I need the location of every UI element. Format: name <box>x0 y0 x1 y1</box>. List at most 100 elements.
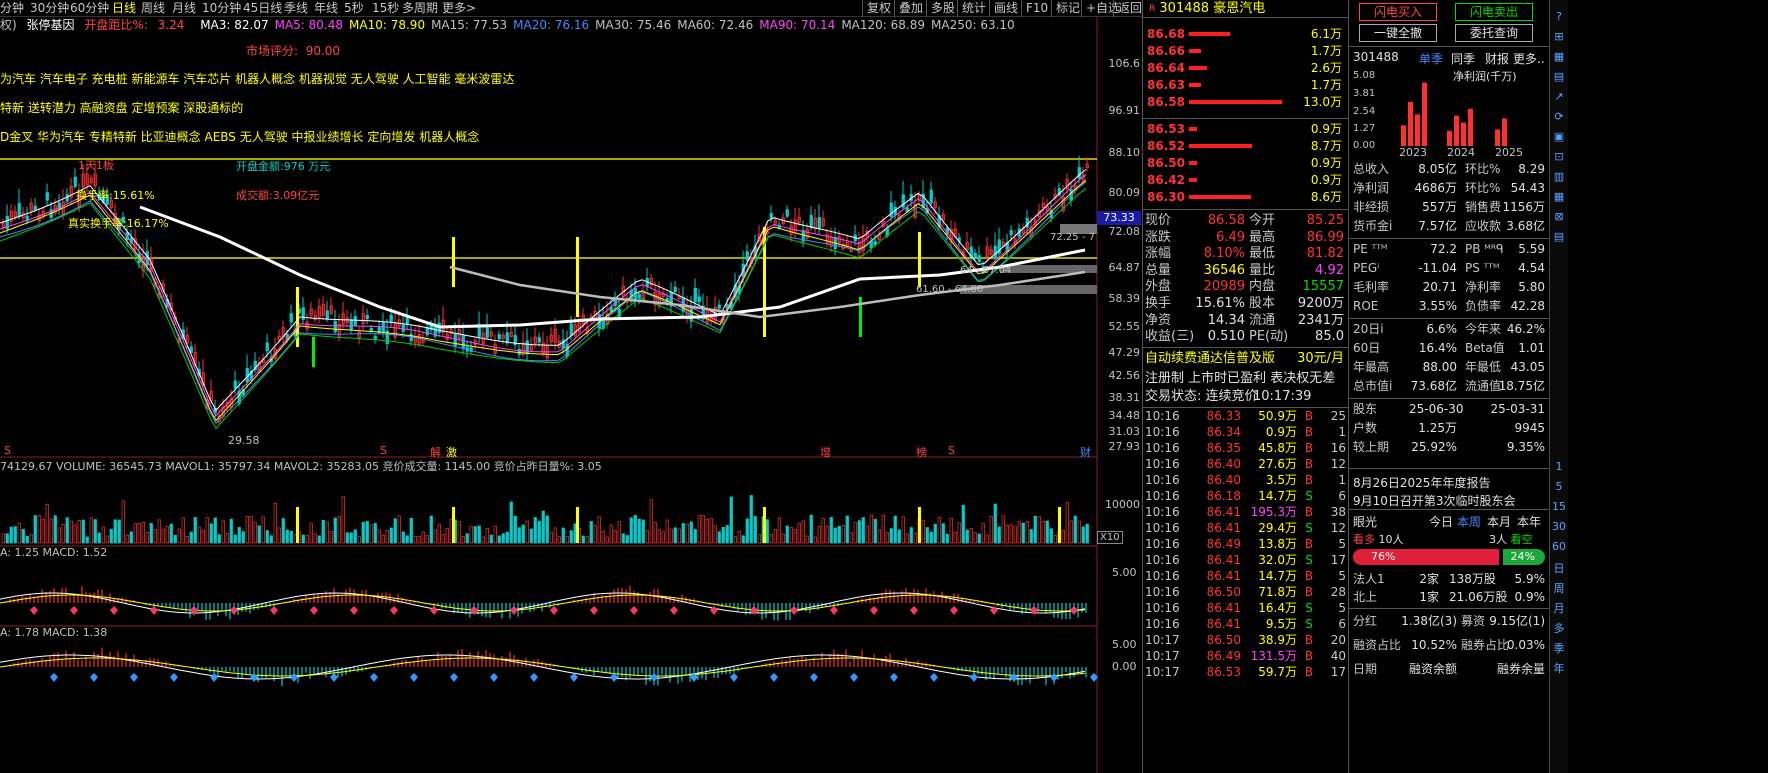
orderbook-row[interactable]: 86.64 2.6万 <box>1143 60 1348 76</box>
toolbar-icon[interactable]: ↗ <box>1551 90 1567 103</box>
tick-direction: B <box>1304 473 1314 487</box>
toolbar-button[interactable]: 返回 <box>1113 0 1142 17</box>
eye-tab[interactable]: 今日 <box>1429 513 1453 530</box>
stat-value: 86.58 <box>1207 213 1245 228</box>
toolbar-icon[interactable]: ▣ <box>1551 130 1567 143</box>
toolbar-icon[interactable]: ▥ <box>1551 170 1567 183</box>
period-tab[interactable]: 季线 <box>284 1 308 16</box>
side-period[interactable]: 60 <box>1551 540 1567 553</box>
period-tab[interactable]: 月线 <box>172 1 196 16</box>
period-tab[interactable]: 周线 <box>141 1 165 16</box>
volume-bar <box>193 517 197 544</box>
period-tab[interactable]: 5秒 <box>344 1 364 16</box>
volume-bar <box>89 517 93 544</box>
volume-bar <box>221 520 225 544</box>
eye-tab[interactable]: 本年 <box>1517 513 1541 530</box>
volume-bar <box>1017 521 1021 544</box>
event-marker[interactable]: S <box>4 444 11 457</box>
side-period[interactable]: 15 <box>1551 500 1567 513</box>
volume-bar <box>1033 515 1037 544</box>
fin-value: 1.25万 <box>1418 421 1457 435</box>
period-tab[interactable]: 15秒 <box>372 1 399 16</box>
signal-diamond <box>950 606 958 615</box>
orderbook-row[interactable]: 86.68 6.1万 <box>1143 26 1348 42</box>
event-marker[interactable]: 榜 <box>916 444 927 460</box>
toolbar-icon[interactable]: ⊠ <box>1551 210 1567 223</box>
toolbar-icon[interactable]: ▤ <box>1551 230 1567 243</box>
side-period[interactable]: 年 <box>1551 660 1567 676</box>
note-2[interactable]: 9月10日召开第3次临时股东会 <box>1353 492 1516 509</box>
event-marker[interactable]: 财 <box>1080 444 1091 460</box>
side-period[interactable]: 周 <box>1551 580 1567 596</box>
toolbar-icon[interactable]: ⟳ <box>1551 110 1567 123</box>
volume-bar <box>285 529 289 544</box>
eye-tab[interactable]: 本周 <box>1457 513 1481 530</box>
side-period[interactable]: 1 <box>1551 460 1567 473</box>
stat-value: 20989 <box>1203 279 1245 295</box>
signal-diamond <box>630 606 638 615</box>
period-tab[interactable]: 30分钟 <box>30 1 69 16</box>
toolbar-button[interactable]: 复权 <box>862 0 894 17</box>
orderbook-volume: 2.6万 <box>1310 61 1342 75</box>
orderbook-row[interactable]: 86.63 1.7万 <box>1143 77 1348 93</box>
toolbar-icon[interactable]: ? <box>1551 10 1567 23</box>
volume-bar <box>797 522 801 544</box>
toolbar-icon[interactable]: ▦ <box>1551 50 1567 63</box>
orderbook-row[interactable]: 86.30 8.6万 <box>1143 189 1348 205</box>
period-tab[interactable]: 45日线 <box>243 1 282 16</box>
event-marker[interactable]: S <box>948 444 955 457</box>
side-period[interactable]: 30 <box>1551 520 1567 533</box>
period-tab[interactable]: 日线 <box>112 1 136 16</box>
volume-bar <box>1049 528 1053 544</box>
tick-row: 10:16 86.41 29.4万 S 12 <box>1143 520 1348 536</box>
eye-tab[interactable]: 本月 <box>1487 513 1511 530</box>
toolbar-icon[interactable]: ▦ <box>1551 190 1567 203</box>
period-tab[interactable]: 更多> <box>442 1 476 16</box>
ad-banner[interactable]: 自动续费通达信普及版 30元/月 <box>1143 350 1348 368</box>
orderbook-row[interactable]: 86.66 1.7万 <box>1143 43 1348 59</box>
toolbar-icon[interactable]: ⊞ <box>1551 30 1567 43</box>
period-tab[interactable]: 年线 <box>314 1 338 16</box>
side-period[interactable]: 季 <box>1551 640 1567 656</box>
event-marker[interactable]: S <box>380 444 387 457</box>
toolbar-button[interactable]: 统计 <box>957 0 989 17</box>
tick-volume: 38.9万 <box>1258 633 1297 647</box>
volume-bar <box>277 527 281 544</box>
info-line: 注册制 上市时已盈利 表决权无差 <box>1145 371 1336 386</box>
side-period[interactable]: 多 <box>1551 620 1567 636</box>
side-period[interactable]: 5 <box>1551 480 1567 493</box>
fin-value: 4.54 <box>1518 261 1545 275</box>
toolbar-button[interactable]: 标记 <box>1051 0 1081 17</box>
band-label-2: 64 - 67.04 <box>960 265 1012 276</box>
tick-price: 86.50 <box>1206 633 1241 647</box>
orderbook-row[interactable]: 86.42 0.9万 <box>1143 172 1348 188</box>
toolbar-button[interactable]: 叠加 <box>894 0 926 17</box>
orderbook-row[interactable]: 86.58 13.0万 <box>1143 94 1348 110</box>
toolbar-button[interactable]: +自选 <box>1081 0 1120 17</box>
period-tab[interactable]: 多周期 <box>402 1 438 16</box>
note-1[interactable]: 8月26日2025年年度报告 <box>1353 474 1490 491</box>
event-marker[interactable]: 增 <box>820 444 831 460</box>
side-period[interactable]: 月 <box>1551 600 1567 616</box>
volume-bar <box>17 522 21 544</box>
toolbar-icon[interactable]: ⊡ <box>1551 150 1567 163</box>
toolbar-icon[interactable]: ▤ <box>1551 70 1567 83</box>
side-period[interactable]: 日 <box>1551 560 1567 576</box>
orderbook-row[interactable]: 86.50 0.9万 <box>1143 155 1348 171</box>
period-tab[interactable]: 10分钟 <box>202 1 241 16</box>
toolbar-button[interactable]: 画线 <box>989 0 1021 17</box>
volume-bar <box>97 532 101 544</box>
period-tab[interactable]: 分钟 <box>0 1 24 16</box>
volume-bar <box>309 522 313 544</box>
toolbar-button[interactable]: 多股 <box>926 0 957 17</box>
orderbook-row[interactable]: 86.52 8.7万 <box>1143 138 1348 154</box>
orderbook-row[interactable]: 86.53 0.9万 <box>1143 121 1348 137</box>
stock-header[interactable]: R 301488 豪恩汽电 <box>1143 0 1348 18</box>
toolbar-button[interactable]: F10 <box>1021 0 1051 17</box>
tick-volume: 71.8万 <box>1258 585 1297 599</box>
volume-bar <box>349 532 353 544</box>
volume-bar <box>905 533 909 544</box>
period-tab[interactable]: 60分钟 <box>70 1 109 16</box>
volume-bar <box>785 525 789 544</box>
tick-volume: 50.9万 <box>1258 409 1297 423</box>
